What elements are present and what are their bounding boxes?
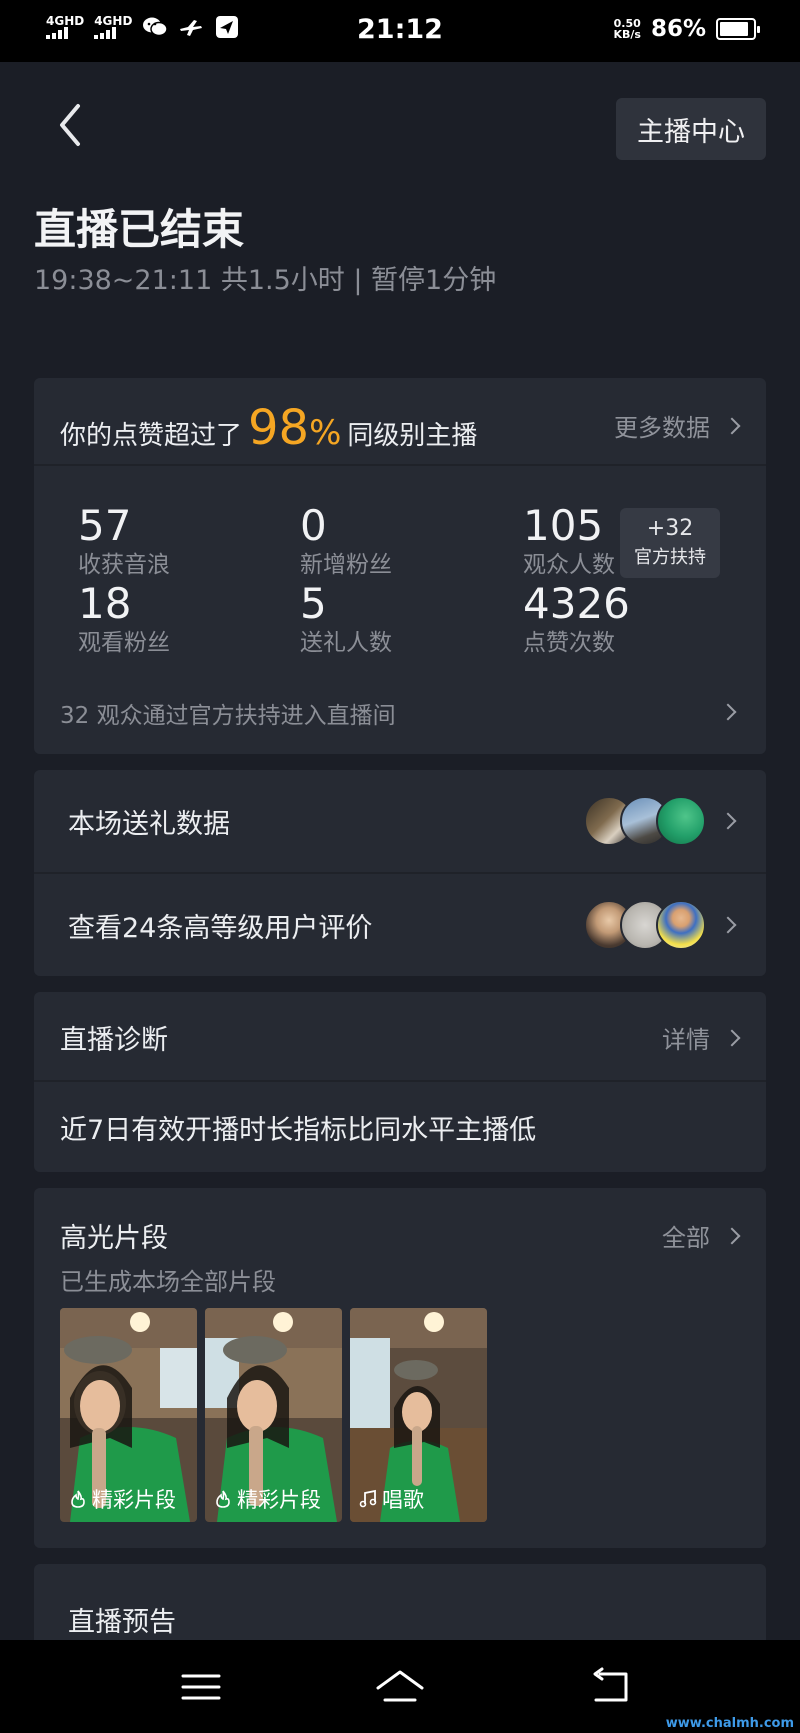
preview-title: 直播预告	[68, 1607, 176, 1638]
clip-icon	[216, 1490, 230, 1508]
clip-caption-text: 唱歌	[382, 1488, 424, 1512]
chevron-right-icon	[723, 417, 741, 434]
chevron-left-icon	[60, 104, 80, 146]
preview-card[interactable]: 直播预告	[34, 1564, 766, 1644]
reviewer-avatars	[584, 900, 706, 950]
likes-summary: 你的点赞超过了 98% 同级别主播	[60, 400, 477, 456]
stat-value: 4326	[523, 579, 630, 628]
home-button[interactable]	[373, 1662, 424, 1712]
status-bar: 4GHD 4GHD 21:12 0.50 KB/s 86%	[0, 0, 800, 62]
chevron-right-icon	[719, 916, 737, 934]
support-note[interactable]: 32 观众通过官方扶持进入直播间	[60, 696, 396, 730]
chevron-right-icon	[719, 812, 737, 830]
highlight-clip[interactable]: 精彩片段	[205, 1308, 342, 1522]
menu-button[interactable]	[176, 1662, 226, 1712]
stat-income: 57 收获音浪	[78, 502, 170, 580]
stat-label: 新增粉丝	[300, 552, 392, 578]
likes-percent-sign: %	[309, 413, 342, 453]
stat-watching-fans: 18 观看粉丝	[78, 580, 170, 658]
anchor-center-button[interactable]: 主播中心	[616, 98, 766, 160]
stat-label: 观看粉丝	[78, 630, 170, 656]
highlight-clip[interactable]: 唱歌	[350, 1308, 487, 1522]
battery-icon	[716, 18, 760, 40]
more-data-link[interactable]: 更多数据	[614, 408, 741, 443]
divider	[34, 1080, 766, 1082]
clip-caption-text: 精彩片段	[92, 1488, 176, 1512]
more-data-label: 更多数据	[614, 414, 710, 442]
stat-value: 18	[78, 579, 132, 628]
summary-rows: 本场送礼数据 查看24条高等级用户评价	[34, 770, 766, 976]
clip-icon	[71, 1490, 85, 1508]
diagnosis-detail-link[interactable]: 详情	[662, 1020, 741, 1055]
stat-value: 105	[523, 501, 604, 550]
speed-unit: KB/s	[613, 28, 641, 41]
stat-label: 观众人数	[523, 552, 615, 578]
clip-caption: 精彩片段	[213, 1484, 321, 1514]
highlight-clips: 精彩片段 精彩片段 唱歌	[60, 1308, 487, 1522]
network-speed: 0.50 KB/s	[613, 18, 640, 40]
back-button[interactable]	[50, 100, 94, 150]
chevron-right-icon	[723, 1029, 741, 1046]
home-icon	[376, 1670, 424, 1702]
stream-time-summary: 19:38~21:11 共1.5小时 | 暂停1分钟	[34, 265, 497, 296]
highlights-subtitle: 已生成本场全部片段	[60, 1268, 276, 1296]
chevron-right-icon[interactable]	[719, 703, 737, 721]
status-right: 0.50 KB/s 86%	[613, 16, 760, 42]
stat-value: 5	[300, 579, 327, 628]
likes-percent-value: 98	[248, 400, 310, 456]
clip-caption-text: 精彩片段	[237, 1488, 321, 1512]
reviews-row[interactable]: 查看24条高等级用户评价	[34, 874, 766, 976]
back-nav-button[interactable]	[586, 1662, 636, 1712]
likes-prefix: 你的点赞超过了	[60, 421, 243, 451]
battery-percent: 86%	[650, 16, 706, 42]
stats-card: 你的点赞超过了 98% 同级别主播 更多数据 57 收获音浪 0 新增粉丝 10…	[34, 378, 766, 754]
stat-viewers: 105 观众人数	[523, 502, 615, 580]
diagnosis-card: 直播诊断 详情 近7日有效开播时长指标比同水平主播低	[34, 992, 766, 1172]
stat-label: 送礼人数	[300, 630, 392, 656]
highlight-clip[interactable]: 精彩片段	[60, 1308, 197, 1522]
stat-value: 0	[300, 501, 327, 550]
highlights-all-link[interactable]: 全部	[662, 1218, 741, 1253]
battery-fill	[720, 22, 748, 36]
stat-new-fans: 0 新增粉丝	[300, 502, 392, 580]
stat-value: 57	[78, 501, 132, 550]
likes-percent: 98%	[248, 400, 341, 456]
watermark: www.chalmh.com	[665, 1716, 794, 1731]
avatar	[656, 900, 706, 950]
highlights-title: 高光片段	[60, 1223, 168, 1254]
clip-caption: 唱歌	[358, 1484, 424, 1514]
stat-likes: 4326 点赞次数	[523, 580, 630, 658]
clip-caption: 精彩片段	[68, 1484, 176, 1514]
gift-data-label: 本场送礼数据	[68, 808, 230, 840]
gifter-avatars	[584, 796, 706, 846]
stat-label: 收获音浪	[78, 552, 170, 578]
highlights-card: 高光片段 全部 已生成本场全部片段 精彩片段 精彩片段 唱歌	[34, 1188, 766, 1548]
menu-icon	[181, 1674, 221, 1700]
highlights-all-label: 全部	[662, 1224, 710, 1252]
support-badge-value: +32	[646, 516, 694, 541]
official-support-badge: +32 官方扶持	[620, 508, 720, 578]
navigation-bar: www.chalmh.com	[0, 1640, 800, 1733]
diagnosis-text: 近7日有效开播时长指标比同水平主播低	[60, 1115, 537, 1146]
avatar	[656, 796, 706, 846]
diagnosis-detail-label: 详情	[662, 1026, 710, 1054]
support-badge-label: 官方扶持	[634, 547, 706, 568]
divider	[34, 464, 766, 466]
reviews-label: 查看24条高等级用户评价	[68, 912, 373, 944]
stat-label: 点赞次数	[523, 630, 615, 656]
chevron-right-icon	[723, 1227, 741, 1244]
page-title: 直播已结束	[34, 205, 245, 254]
likes-suffix: 同级别主播	[347, 421, 478, 451]
gift-data-row[interactable]: 本场送礼数据	[34, 770, 766, 872]
return-icon	[593, 1667, 628, 1702]
music-note-icon	[359, 1489, 377, 1508]
diagnosis-title: 直播诊断	[60, 1025, 168, 1056]
stat-gifters: 5 送礼人数	[300, 580, 392, 658]
